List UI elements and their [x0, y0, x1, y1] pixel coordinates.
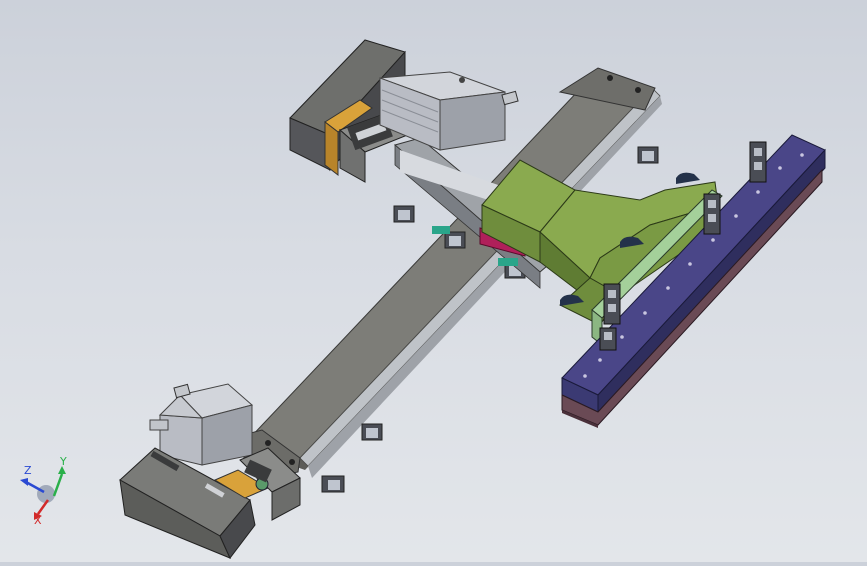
beam-bracket — [603, 283, 621, 325]
sensor-teal — [498, 258, 518, 266]
bolt — [635, 87, 641, 93]
beam-bracket — [749, 141, 767, 183]
triad-origin-sphere — [37, 485, 55, 503]
cad-viewport[interactable]: Y Z X — [0, 0, 867, 562]
z-axis-arrow — [20, 478, 28, 486]
sensor-teal — [432, 226, 450, 234]
bolt — [289, 459, 295, 465]
view-orientation-triad[interactable]: Y Z X — [14, 452, 84, 532]
bolt — [265, 440, 271, 446]
beam-bracket — [703, 193, 721, 235]
bottom-motor-assembly[interactable] — [119, 383, 301, 559]
servo-motor-side — [439, 91, 506, 151]
bolt — [607, 75, 613, 81]
z-axis-label: Z — [24, 464, 32, 477]
assembly-model[interactable] — [0, 0, 867, 562]
x-axis-label: X — [34, 514, 42, 527]
motor-connector — [149, 419, 169, 431]
y-axis-line — [52, 473, 64, 497]
coupling-plate-orange-face — [324, 120, 339, 177]
y-axis-label: Y — [59, 455, 67, 468]
bolt — [459, 77, 465, 83]
clamp — [676, 172, 700, 184]
beam-bracket — [599, 327, 617, 351]
